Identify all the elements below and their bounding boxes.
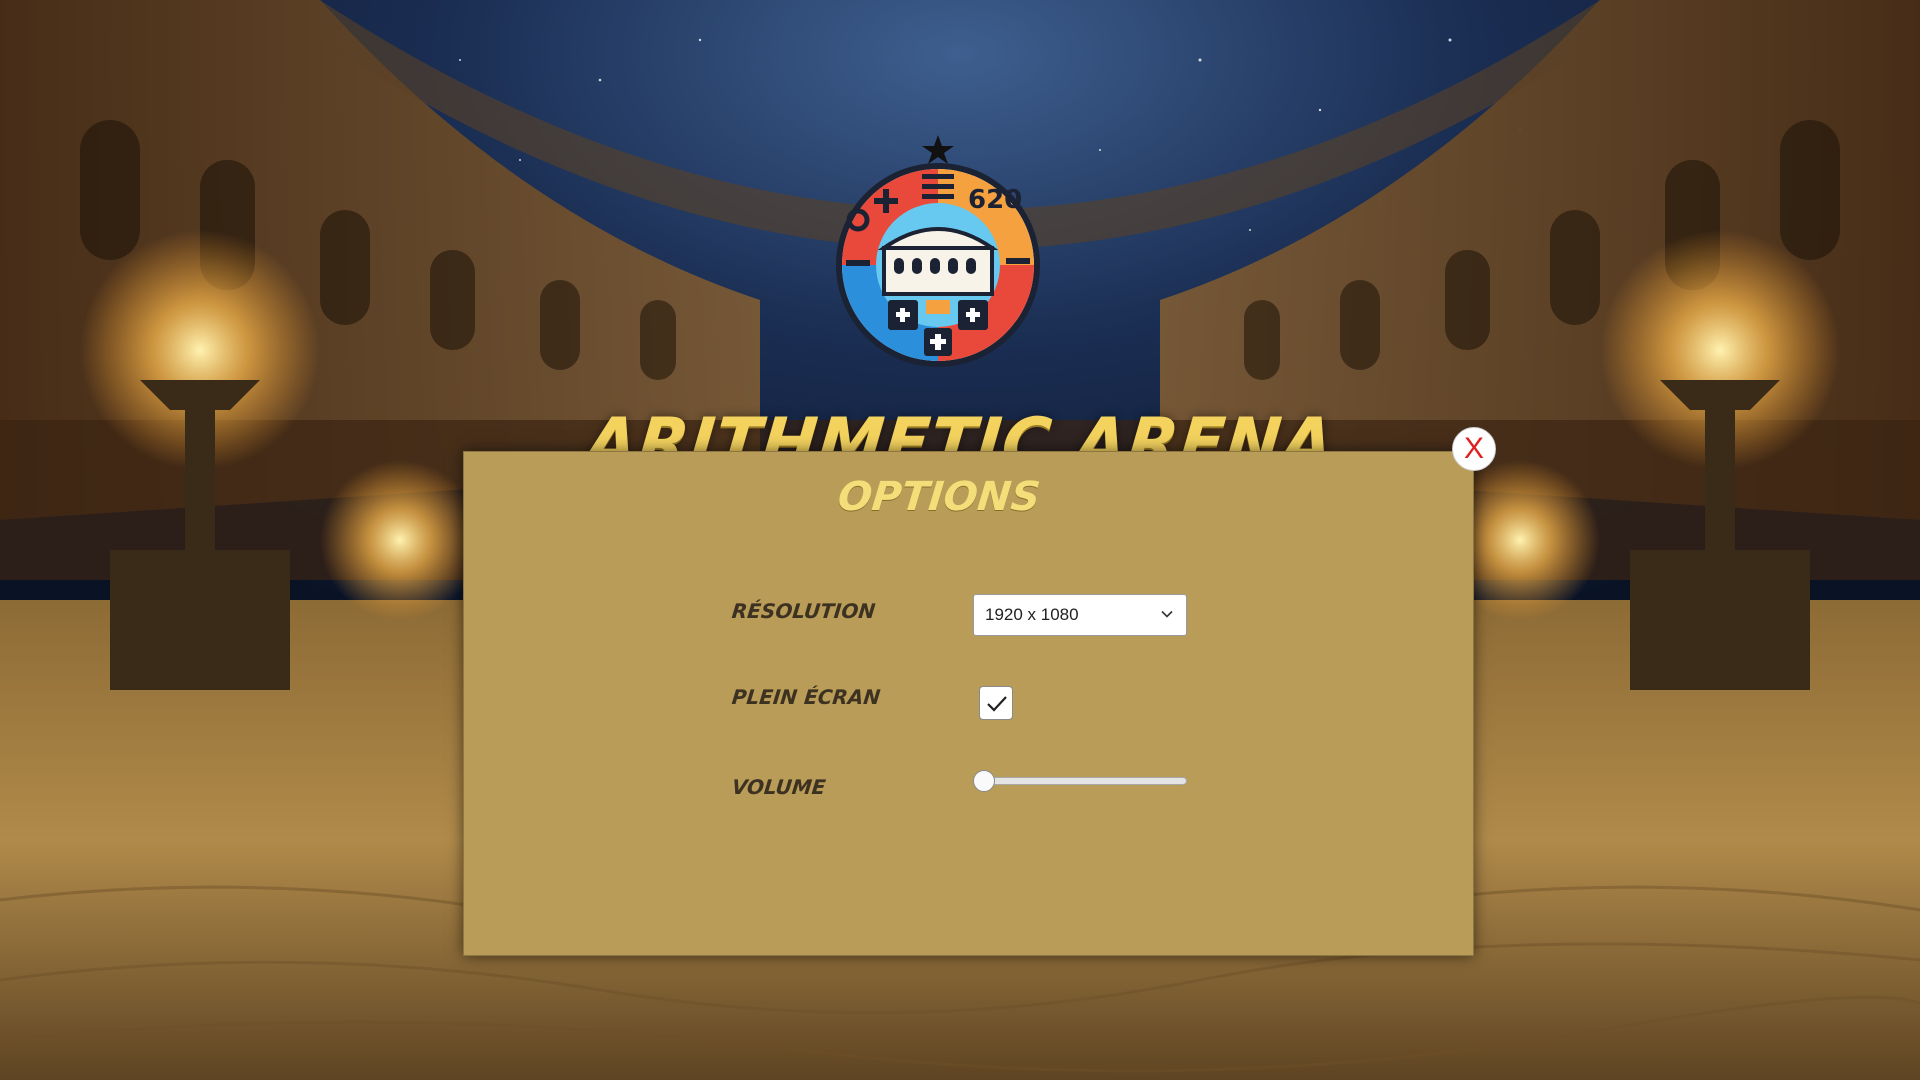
checkmark-icon	[987, 696, 1007, 712]
logo-numbers-text: 620	[968, 185, 1022, 215]
arena-logo: 620	[836, 135, 1040, 367]
fullscreen-checkbox[interactable]	[979, 686, 1013, 720]
fullscreen-label: Plein écran	[730, 685, 882, 709]
volume-slider-thumb[interactable]	[973, 770, 995, 792]
resolution-select[interactable]: 1920 x 1080	[973, 594, 1187, 636]
volume-slider[interactable]	[973, 770, 1187, 792]
resolution-label: Résolution	[730, 599, 877, 623]
resolution-value: 1920 x 1080	[985, 605, 1079, 624]
options-panel: OPTIONS Résolution 1920 x 1080 Plein écr…	[463, 451, 1474, 956]
volume-slider-track[interactable]	[973, 777, 1187, 785]
volume-label: Volume	[730, 775, 827, 799]
chevron-down-icon	[1161, 610, 1173, 618]
options-title: OPTIONS	[835, 474, 1043, 520]
close-button[interactable]: X	[1452, 427, 1496, 471]
close-icon: X	[1463, 432, 1484, 465]
